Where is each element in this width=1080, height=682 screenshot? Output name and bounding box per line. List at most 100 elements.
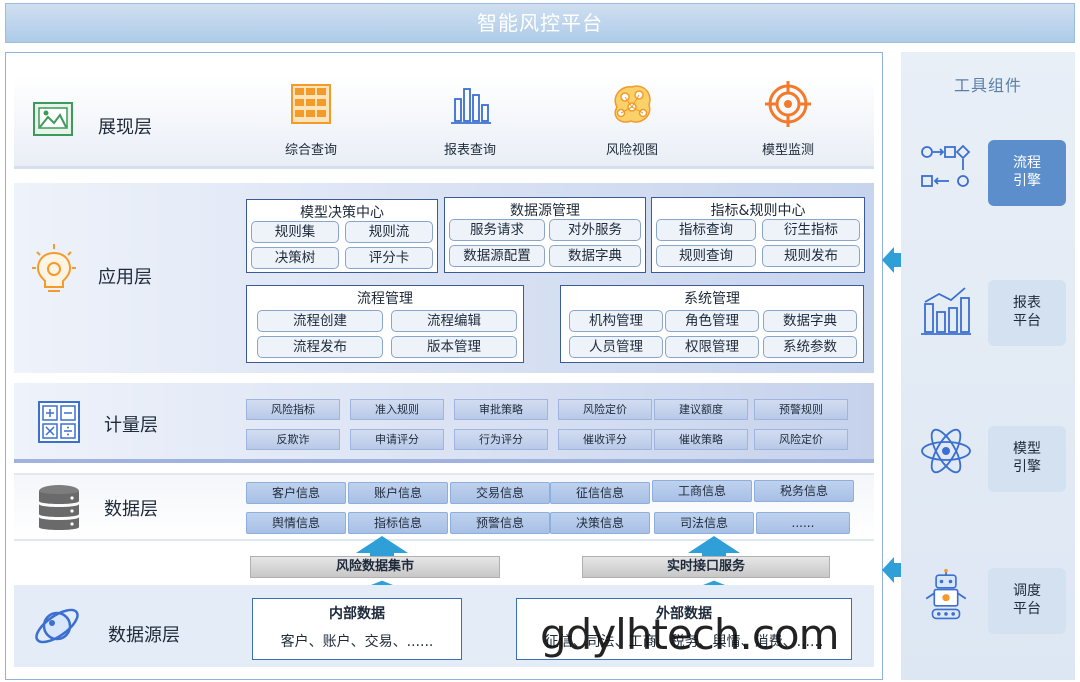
role-management-button[interactable]: 角色管理 <box>665 310 759 332</box>
presentation-layer: 展现层 综合查询 报表查询 风险视图 模型监测 <box>14 77 874 169</box>
group-title: 系统管理 <box>684 291 740 307</box>
data-item[interactable]: 账户信息 <box>348 482 448 504</box>
realtime-interface-bar[interactable]: 实时接口服务 <box>582 556 830 578</box>
model-decision-center-group: 模型决策中心 规则集 规则流 决策树 评分卡 <box>246 199 438 273</box>
bar-chart-icon <box>451 88 491 124</box>
feature-label: 模型监测 <box>761 143 814 158</box>
report-platform-button[interactable]: 报表 平台 <box>988 280 1066 346</box>
calculation-layer-name: 计量层 <box>104 415 158 436</box>
data-layer-name: 数据层 <box>104 499 158 520</box>
internal-data-title: 内部数据 <box>329 606 385 622</box>
rule-set-button[interactable]: 规则集 <box>251 221 339 243</box>
data-item[interactable]: 司法信息 <box>654 512 754 534</box>
internal-data-value: 客户、账户、交易、...... <box>280 634 434 650</box>
data-dictionary-button[interactable]: 数据字典 <box>549 245 641 267</box>
feature-label: 综合查询 <box>284 143 337 158</box>
data-item[interactable]: 客户信息 <box>246 482 346 504</box>
orbit-icon <box>35 608 79 644</box>
flow-icon <box>921 144 971 187</box>
application-layer-name: 应用层 <box>98 267 152 288</box>
calc-item[interactable]: 风险定价 <box>558 399 652 420</box>
data-item[interactable]: 预警信息 <box>450 512 550 534</box>
data-item[interactable]: 征信信息 <box>550 482 650 504</box>
scorecard-button[interactable]: 评分卡 <box>345 247 433 269</box>
architecture-panel: 展现层 综合查询 报表查询 风险视图 模型监测 应用层 模型决策中心 规则集 规… <box>5 52 883 680</box>
system-params-button[interactable]: 系统参数 <box>763 336 857 358</box>
data-item[interactable]: 工商信息 <box>652 480 752 502</box>
watermark-text: gdylhtech.com <box>540 610 840 659</box>
service-request-button[interactable]: 服务请求 <box>449 219 545 241</box>
data-item[interactable]: 指标信息 <box>348 512 448 534</box>
target-icon <box>765 81 811 127</box>
permission-management-button[interactable]: 权限管理 <box>665 336 759 358</box>
model-engine-button[interactable]: 模型 引擎 <box>988 426 1066 492</box>
flow-engine-button[interactable]: 流程 引擎 <box>988 140 1066 206</box>
indicator-query-button[interactable]: 指标查询 <box>656 219 756 241</box>
data-item[interactable]: 交易信息 <box>450 482 550 504</box>
left-arrow-icon <box>882 247 902 273</box>
process-management-group: 流程管理 流程创建 流程编辑 流程发布 版本管理 <box>246 285 524 363</box>
calc-item[interactable]: 催收策略 <box>654 429 748 450</box>
data-item[interactable]: 舆情信息 <box>246 512 346 534</box>
datasource-management-group: 数据源管理 服务请求 对外服务 数据源配置 数据字典 <box>444 197 646 273</box>
application-layer: 应用层 模型决策中心 规则集 规则流 决策树 评分卡 数据源管理 服务请求 对外… <box>14 183 874 373</box>
feature-risk-view[interactable]: 风险视图 <box>577 77 687 169</box>
feature-label: 报表查询 <box>443 143 496 158</box>
calculation-layer: 计量层 风险指标 准入规则 审批策略 风险定价 建议额度 预警规则 反欺诈 申请… <box>14 383 874 463</box>
calc-item[interactable]: 风险定价 <box>754 429 848 450</box>
personnel-management-button[interactable]: 人员管理 <box>569 336 663 358</box>
page-title: 智能风控平台 <box>5 3 1075 43</box>
decision-tree-button[interactable]: 决策树 <box>251 247 339 269</box>
group-title: 数据源管理 <box>510 203 580 219</box>
report-icon <box>921 287 971 335</box>
feature-comprehensive-query[interactable]: 综合查询 <box>256 77 366 169</box>
data-layer: 数据层 客户信息 账户信息 交易信息 征信信息 工商信息 税务信息 舆情信息 指… <box>14 473 874 541</box>
system-data-dictionary-button[interactable]: 数据字典 <box>763 310 857 332</box>
group-title: 模型决策中心 <box>300 205 384 221</box>
calc-item[interactable]: 准入规则 <box>350 399 444 420</box>
tools-panel: 工具组件 流程 引擎 报表 平台 模型 引擎 调度 平台 <box>901 52 1075 680</box>
calc-item[interactable]: 风险指标 <box>246 399 340 420</box>
data-item[interactable]: 税务信息 <box>754 480 854 502</box>
system-management-group: 系统管理 机构管理 角色管理 数据字典 人员管理 权限管理 系统参数 <box>560 285 864 363</box>
external-service-button[interactable]: 对外服务 <box>549 219 641 241</box>
org-management-button[interactable]: 机构管理 <box>569 310 663 332</box>
data-item[interactable]: ...... <box>756 512 850 534</box>
process-create-button[interactable]: 流程创建 <box>257 310 383 332</box>
calc-item[interactable]: 行为评分 <box>454 429 548 450</box>
calc-item[interactable]: 催收评分 <box>558 429 652 450</box>
rule-query-button[interactable]: 规则查询 <box>656 245 756 267</box>
feature-report-query[interactable]: 报表查询 <box>415 77 525 169</box>
data-item[interactable]: 决策信息 <box>550 512 650 534</box>
process-edit-button[interactable]: 流程编辑 <box>391 310 517 332</box>
calculator-icon <box>38 401 80 443</box>
calc-item[interactable]: 审批策略 <box>454 399 548 420</box>
derived-indicator-button[interactable]: 衍生指标 <box>762 219 860 241</box>
grid-icon <box>291 84 331 124</box>
calc-item[interactable]: 申请评分 <box>350 429 444 450</box>
robot-icon <box>925 568 967 620</box>
risk-data-mart-bar[interactable]: 风险数据集市 <box>250 556 500 578</box>
datasource-config-button[interactable]: 数据源配置 <box>449 245 545 267</box>
calc-item[interactable]: 建议额度 <box>654 399 748 420</box>
internal-data-box[interactable]: 内部数据 客户、账户、交易、...... <box>252 598 462 660</box>
group-title: 流程管理 <box>357 291 413 307</box>
network-icon <box>614 85 651 123</box>
rule-publish-button[interactable]: 规则发布 <box>762 245 860 267</box>
database-icon <box>39 485 79 530</box>
lightbulb-icon <box>32 244 76 292</box>
calc-item[interactable]: 预警规则 <box>754 399 848 420</box>
left-arrow-icon <box>882 557 902 583</box>
schedule-platform-button[interactable]: 调度 平台 <box>988 568 1066 634</box>
feature-label: 风险视图 <box>605 143 658 158</box>
datasource-layer-name: 数据源层 <box>108 625 180 646</box>
group-title: 指标&规则中心 <box>710 203 806 219</box>
calc-item[interactable]: 反欺诈 <box>246 429 340 450</box>
version-management-button[interactable]: 版本管理 <box>391 336 517 358</box>
presentation-layer-name: 展现层 <box>98 117 152 138</box>
image-frame-icon <box>33 102 73 136</box>
feature-model-monitor[interactable]: 模型监测 <box>733 77 843 169</box>
indicator-rule-center-group: 指标&规则中心 指标查询 衍生指标 规则查询 规则发布 <box>651 197 865 273</box>
process-publish-button[interactable]: 流程发布 <box>257 336 383 358</box>
rule-flow-button[interactable]: 规则流 <box>345 221 433 243</box>
